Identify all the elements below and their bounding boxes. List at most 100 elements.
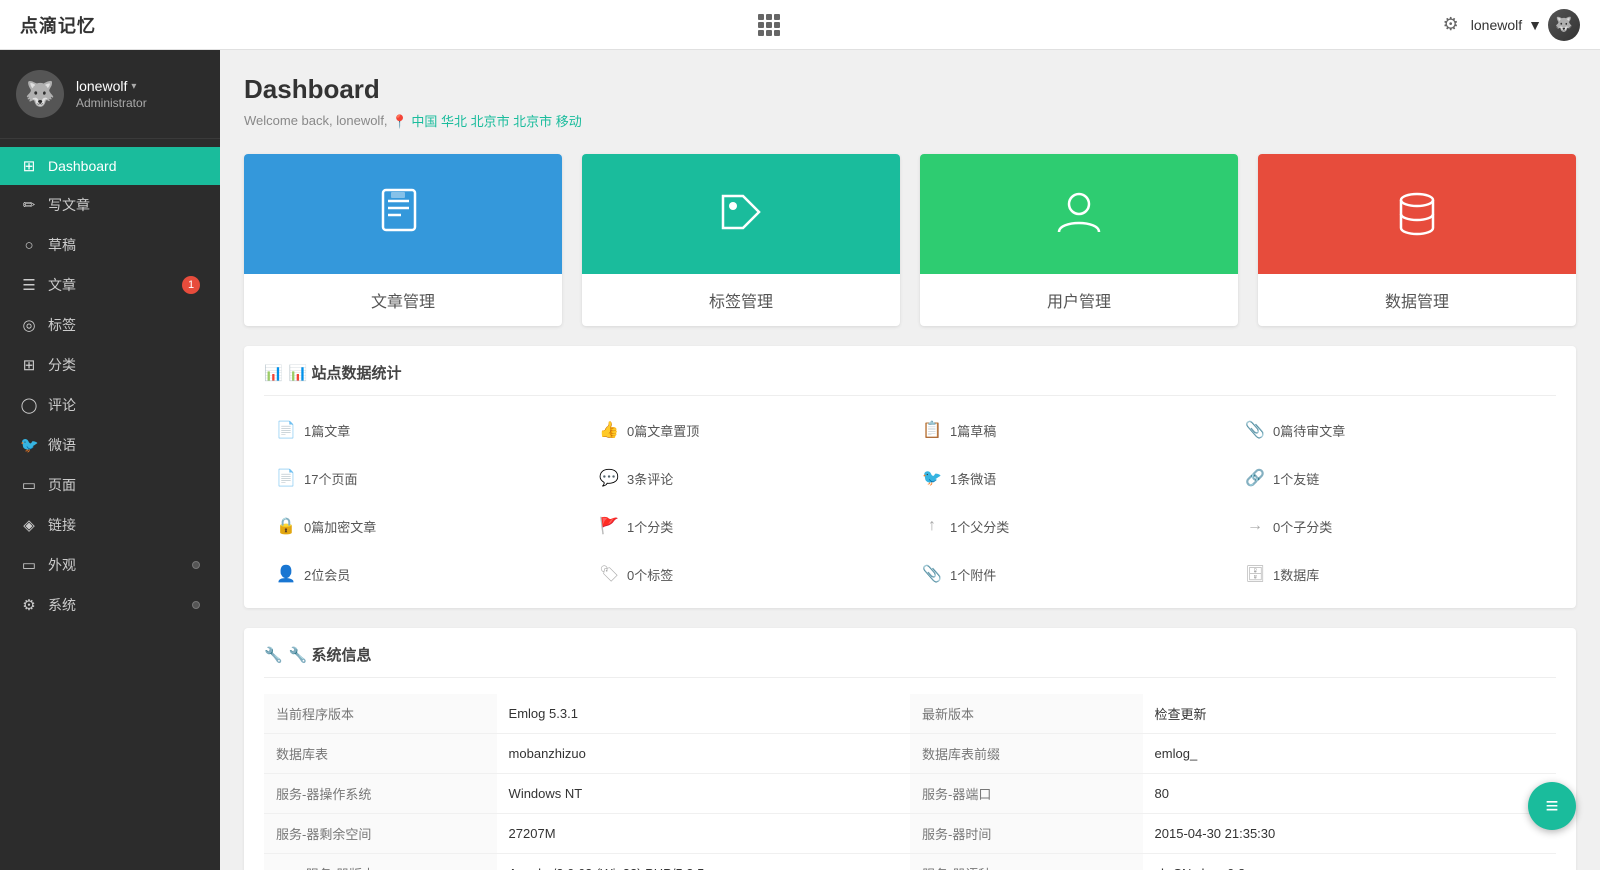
drafts-icon: ○ [20,237,38,254]
topbar-right: ⚙ lonewolf ▼ 🐺 [1443,9,1580,41]
sysinfo-table: 当前程序版本 Emlog 5.3.1 最新版本 检查更新 数据库表 mobanz… [264,694,1556,870]
sidebar-item-comments[interactable]: ◯ 评论 [0,385,220,425]
tags-icon: ◎ [20,316,38,334]
stats-grid: 📄1篇文章👍0篇文章置顶📋1篇草稿📎0篇待审文章📄17个页面💬3条评论🐦1条微语… [264,412,1556,592]
sysinfo-title: 🔧 🔧 系统信息 [264,644,1556,678]
card-users[interactable]: 用户管理 [920,154,1238,326]
card-data-label: 数据管理 [1258,274,1576,326]
stat-item: 📎1个附件 [910,556,1233,592]
sysinfo-val: emlog_ [1143,734,1556,774]
card-users-icon [920,154,1238,274]
grid-icon[interactable] [758,14,780,36]
fab-button[interactable]: ≡ [1528,782,1576,830]
main-content: Dashboard Welcome back, lonewolf, 📍 中国 华… [220,50,1600,870]
stat-icon: 👍 [599,420,619,440]
stat-text: 0个标签 [627,565,673,584]
stat-item: 🔒 0篇加密文章 [264,508,587,544]
stat-item: 🔗 1个友链 [1233,460,1556,496]
stat-icon: 📎 [922,564,942,584]
sysinfo-val: mobanzhizuo [497,734,910,774]
stat-text: 0篇加密文章 [304,517,376,536]
stat-text: 3条评论 [627,469,673,488]
card-tags-label: 标签管理 [582,274,900,326]
sysinfo-key: 服务-器语种 [910,854,1143,870]
sysinfo-row: WEB服务-器版本 Apache/2.0.63 (Win32) PHP/5.3.… [264,854,1556,870]
stat-text: 1篇文章 [304,421,350,440]
stat-icon: 📄 [276,468,296,488]
sysinfo-section: 🔧 🔧 系统信息 当前程序版本 Emlog 5.3.1 最新版本 检查更新 数据… [244,628,1576,870]
sidebar-item-weibo[interactable]: 🐦 微语 [0,425,220,465]
card-tags[interactable]: 标签管理 [582,154,900,326]
weibo-icon: 🐦 [20,436,38,454]
sidebar-item-appearance[interactable]: ▭ 外观 [0,545,220,585]
sidebar-item-label: 标签 [48,315,200,335]
sysinfo-val: Apache/2.0.63 (Win32) PHP/5.3.5 [497,854,910,870]
stat-text: 1个友链 [1273,469,1319,488]
grid-menu[interactable] [758,14,780,36]
sysinfo-row: 服务-器操作系统 Windows NT 服务-器端口 80 [264,774,1556,814]
topbar-dropdown-arrow: ▼ [1528,17,1542,33]
sidebar-nav: ⊞ Dashboard ✏ 写文章 ○ 草稿 ☰ 文章 1 ◎ 标签 [0,139,220,870]
stat-icon: ↑ [922,517,942,535]
profile-dropdown-arrow[interactable]: ▾ [131,81,136,92]
sidebar-item-links[interactable]: ◈ 链接 [0,505,220,545]
sidebar-item-categories[interactable]: ⊞ 分类 [0,345,220,385]
sysinfo-val: 检查更新 [1143,694,1556,734]
write-icon: ✏ [20,196,38,214]
cards-row: 文章管理 标签管理 用户管理 [244,154,1576,326]
settings-icon[interactable]: ⚙ [1443,14,1459,35]
appearance-dot [192,561,200,569]
sysinfo-row: 服务-器剩余空间 27207M 服务-器时间 2015-04-30 21:35:… [264,814,1556,854]
card-users-label: 用户管理 [920,274,1238,326]
stat-text: 17个页面 [304,469,357,488]
profile-avatar: 🐺 [16,70,64,118]
stat-text: 1个分类 [627,517,673,536]
stat-text: 0个子分类 [1273,517,1332,536]
links-icon: ◈ [20,516,38,534]
sidebar-item-label: 系统 [48,595,182,615]
sidebar-item-dashboard[interactable]: ⊞ Dashboard [0,147,220,185]
sysinfo-val: 2015-04-30 21:35:30 [1143,814,1556,854]
stat-text: 1个父分类 [950,517,1009,536]
sidebar-item-label: 分类 [48,355,200,375]
sidebar-item-label: 文章 [48,275,172,295]
stat-icon: 🔗 [1245,468,1265,488]
sidebar-item-system[interactable]: ⚙ 系统 [0,585,220,625]
sysinfo-key: 数据库表 [264,734,497,774]
stat-text: 2位会员 [304,565,350,584]
location-text: 📍 中国 华北 北京市 北京市 移动 [392,111,582,130]
sysinfo-key: WEB服务-器版本 [264,854,497,870]
stat-item: 🚩 1个分类 [587,508,910,544]
page-title: Dashboard [244,74,1576,105]
stat-icon: 🚩 [599,516,619,536]
sysinfo-val: Windows NT [497,774,910,814]
sidebar-item-pages[interactable]: ▭ 页面 [0,465,220,505]
stat-icon: 📎 [1245,420,1265,440]
sidebar-item-articles[interactable]: ☰ 文章 1 [0,265,220,305]
stat-icon: 🐦 [922,468,942,488]
sidebar: 🐺 lonewolf ▾ Administrator ⊞ Dashboard ✏… [0,50,220,870]
card-articles[interactable]: 文章管理 [244,154,562,326]
stat-item: 👍0篇文章置顶 [587,412,910,448]
profile-role: Administrator [76,96,147,110]
sidebar-item-write-post[interactable]: ✏ 写文章 [0,185,220,225]
stat-icon: 🏷 [599,564,619,584]
stats-bar-icon: 📊 [264,364,283,382]
profile-info: lonewolf ▾ Administrator [76,78,147,110]
stat-item: 👤2位会员 [264,556,587,592]
sysinfo-val: zh-CN,zh;q=0.8 [1143,854,1556,870]
fab-icon: ≡ [1546,793,1559,819]
topbar-user[interactable]: lonewolf ▼ 🐺 [1471,9,1580,41]
stat-item: 💬3条评论 [587,460,910,496]
stat-icon: 🔒 [276,516,296,536]
sidebar-item-label: 链接 [48,515,200,535]
sidebar-item-label: Dashboard [48,158,200,174]
sysinfo-row: 当前程序版本 Emlog 5.3.1 最新版本 检查更新 [264,694,1556,734]
sidebar-item-label: 页面 [48,475,200,495]
sysinfo-key: 服务-器时间 [910,814,1143,854]
sidebar-item-tags[interactable]: ◎ 标签 [0,305,220,345]
stat-item: 🏷 0个标签 [587,556,910,592]
articles-badge: 1 [182,276,200,294]
card-data[interactable]: 数据管理 [1258,154,1576,326]
sidebar-item-drafts[interactable]: ○ 草稿 [0,225,220,265]
